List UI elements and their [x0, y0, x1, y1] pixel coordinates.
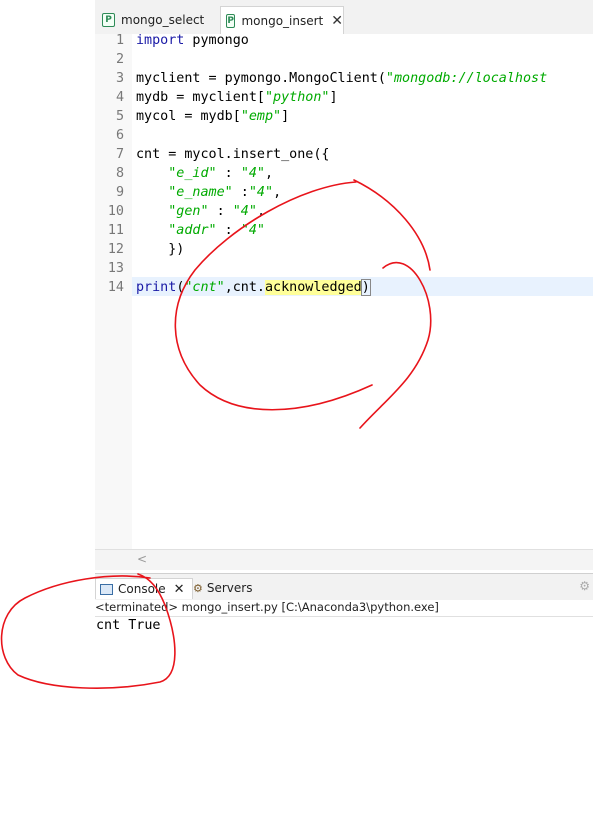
python-file-icon: P — [102, 13, 115, 27]
line-number: 3 — [115, 71, 124, 86]
string-literal: "emp" — [240, 109, 282, 124]
line-number: 5 — [115, 109, 124, 124]
keyword: print — [136, 280, 177, 295]
console-output: cnt True — [96, 618, 161, 633]
editor-tab-bar: P mongo_select P mongo_insert ✕ — [95, 0, 593, 34]
code-line-1: import pymongo — [136, 31, 249, 50]
line-number: 14 — [107, 280, 124, 295]
view-menu-icon[interactable]: ⚙ — [579, 579, 590, 593]
code-line-11: "addr" : "4" — [136, 221, 265, 240]
code-line-8: "e_id" : "4", — [136, 164, 273, 183]
tab-servers[interactable]: ⚙ Servers — [193, 578, 252, 598]
tab-label: mongo_insert — [241, 13, 324, 28]
keyword: import — [136, 33, 185, 48]
tab-label: Console — [118, 582, 166, 596]
console-status: <terminated> mongo_insert.py [C:\Anacond… — [95, 600, 593, 617]
console-icon — [100, 583, 113, 595]
line-number: 10 — [107, 204, 124, 219]
code-text: pymongo — [184, 33, 249, 48]
string-literal: "4" — [240, 223, 265, 238]
python-file-icon: P — [226, 13, 236, 28]
code-line-10: "gen" : "4", — [136, 202, 265, 221]
code-text: , — [273, 185, 282, 200]
code-text: myclient = pymongo.MongoClient( — [136, 71, 386, 86]
string-literal: "e_id" — [168, 166, 217, 181]
console-tab-bar: Console ✕ ⚙ Servers ⚙ — [95, 573, 593, 600]
code-text: mycol = mydb[ — [136, 109, 241, 124]
code-text: ] — [329, 90, 338, 105]
tab-label: mongo_select — [121, 13, 205, 27]
code-line-14: print("cnt",cnt.acknowledged) — [136, 278, 371, 297]
code-line-7: cnt = mycol.insert_one({ — [136, 147, 330, 162]
code-text: : — [232, 185, 249, 200]
line-number: 4 — [115, 90, 124, 105]
occurrence-highlight: acknowledged — [265, 280, 362, 295]
line-number: 13 — [107, 261, 124, 276]
line-number: 7 — [115, 147, 124, 162]
string-literal: "mongodb://localhost — [385, 71, 548, 86]
scroll-left-icon[interactable]: < — [137, 552, 147, 566]
code-text: ] — [281, 109, 290, 124]
string-literal: "e_name" — [168, 185, 233, 200]
code-line-3: myclient = pymongo.MongoClient("mongodb:… — [136, 69, 547, 88]
close-icon[interactable]: ✕ — [331, 13, 343, 29]
code-line-5: mycol = mydb["emp"] — [136, 107, 289, 126]
code-text: ,cnt. — [224, 280, 265, 295]
line-number: 2 — [115, 52, 124, 67]
string-literal: "python" — [265, 90, 330, 105]
code-line-9: "e_name" :"4", — [136, 183, 281, 202]
servers-icon: ⚙ — [193, 581, 203, 595]
line-number: 9 — [115, 185, 124, 200]
string-literal: "gen" — [168, 204, 209, 219]
string-literal: "cnt" — [184, 280, 225, 295]
line-number: 1 — [115, 33, 124, 48]
line-number: 8 — [115, 166, 124, 181]
string-literal: "4" — [232, 204, 257, 219]
line-number: 11 — [107, 223, 124, 238]
code-text: mydb = myclient[ — [136, 90, 265, 105]
string-literal: "4" — [248, 185, 274, 200]
string-literal: "addr" — [168, 223, 217, 238]
line-number: 6 — [115, 128, 124, 143]
code-text: : — [216, 166, 241, 181]
code-text: , — [265, 166, 274, 181]
code-text: : — [216, 223, 241, 238]
code-line-4: mydb = myclient["python"] — [136, 88, 338, 107]
close-icon[interactable]: ✕ — [174, 582, 185, 597]
tab-label: Servers — [206, 581, 253, 595]
horizontal-scrollbar[interactable]: < — [95, 549, 593, 570]
code-line-12: }) — [136, 242, 185, 257]
code-text: , — [256, 204, 265, 219]
line-number: 12 — [107, 242, 124, 257]
code-editor[interactable]: 1 2 3 4 5 6 7 8 9 10 11 12 13 14 import … — [95, 31, 593, 549]
tab-mongo-select[interactable]: P mongo_select — [97, 6, 219, 34]
code-text: : — [208, 204, 233, 219]
tab-console[interactable]: Console ✕ — [95, 578, 193, 599]
code-text: ) — [360, 279, 371, 296]
string-literal: "4" — [240, 166, 265, 181]
tab-mongo-insert[interactable]: P mongo_insert ✕ — [220, 6, 344, 34]
